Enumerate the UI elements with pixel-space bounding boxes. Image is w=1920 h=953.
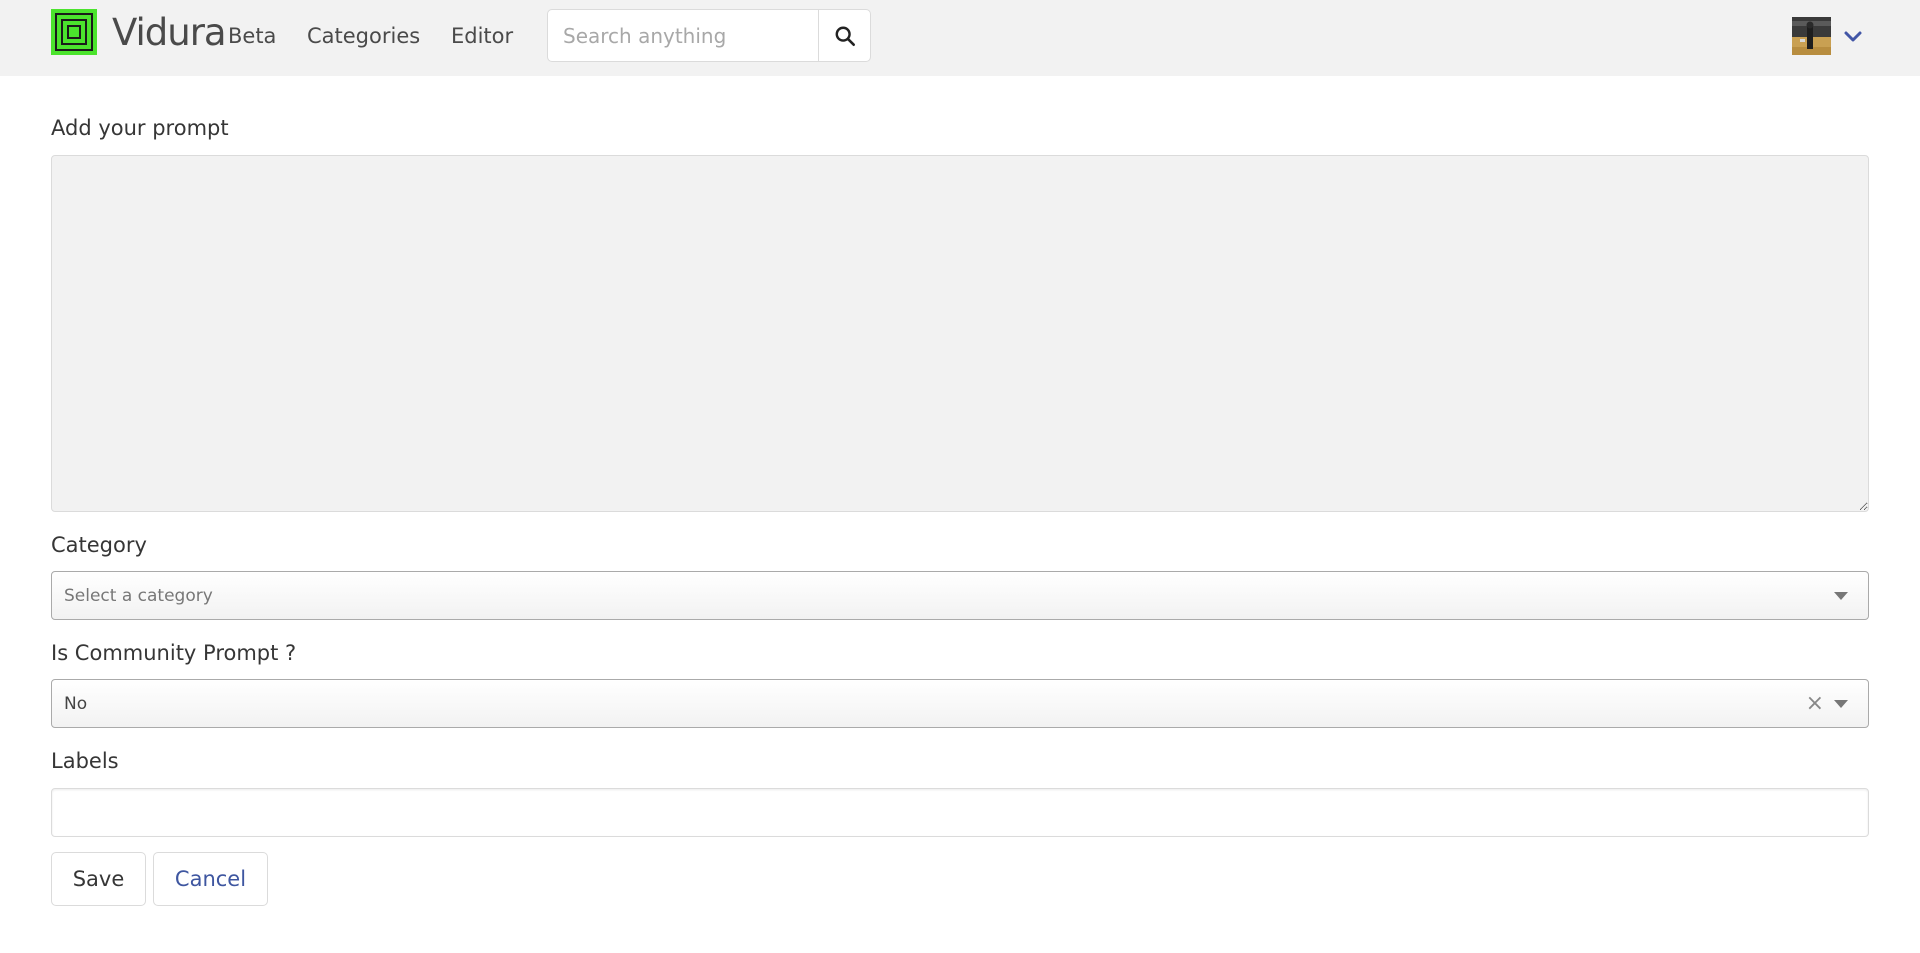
search-input[interactable] bbox=[548, 10, 818, 61]
category-label: Category bbox=[51, 533, 147, 557]
community-prompt-value: No bbox=[64, 694, 88, 714]
clear-selection-icon[interactable]: × bbox=[1806, 692, 1824, 716]
search-button[interactable] bbox=[818, 10, 870, 61]
save-button[interactable]: Save bbox=[51, 852, 146, 906]
dropdown-arrow-icon bbox=[1834, 700, 1848, 708]
cancel-button[interactable]: Cancel bbox=[153, 852, 268, 906]
nav-categories-link[interactable]: Categories bbox=[307, 22, 420, 50]
nav-editor-link[interactable]: Editor bbox=[451, 22, 513, 50]
top-navbar: Vidura Beta Categories Editor bbox=[0, 0, 1920, 76]
chevron-down-icon[interactable] bbox=[1843, 26, 1863, 46]
prompt-label: Add your prompt bbox=[51, 116, 229, 140]
dropdown-arrow-icon bbox=[1834, 592, 1848, 600]
labels-label: Labels bbox=[51, 749, 119, 773]
user-avatar[interactable] bbox=[1792, 17, 1831, 55]
category-select[interactable]: Select a category bbox=[51, 571, 1869, 620]
labels-input[interactable] bbox=[51, 788, 1869, 837]
community-prompt-select[interactable]: No × bbox=[51, 679, 1869, 728]
brand-name[interactable]: Vidura bbox=[112, 10, 227, 56]
brand-beta-tag: Beta bbox=[228, 24, 277, 48]
prompt-textarea[interactable] bbox=[51, 155, 1869, 512]
brand-logo-icon[interactable] bbox=[51, 9, 97, 55]
search-icon bbox=[835, 26, 855, 46]
category-select-placeholder: Select a category bbox=[64, 586, 213, 606]
search-bar bbox=[547, 9, 871, 62]
community-prompt-label: Is Community Prompt ? bbox=[51, 641, 297, 665]
